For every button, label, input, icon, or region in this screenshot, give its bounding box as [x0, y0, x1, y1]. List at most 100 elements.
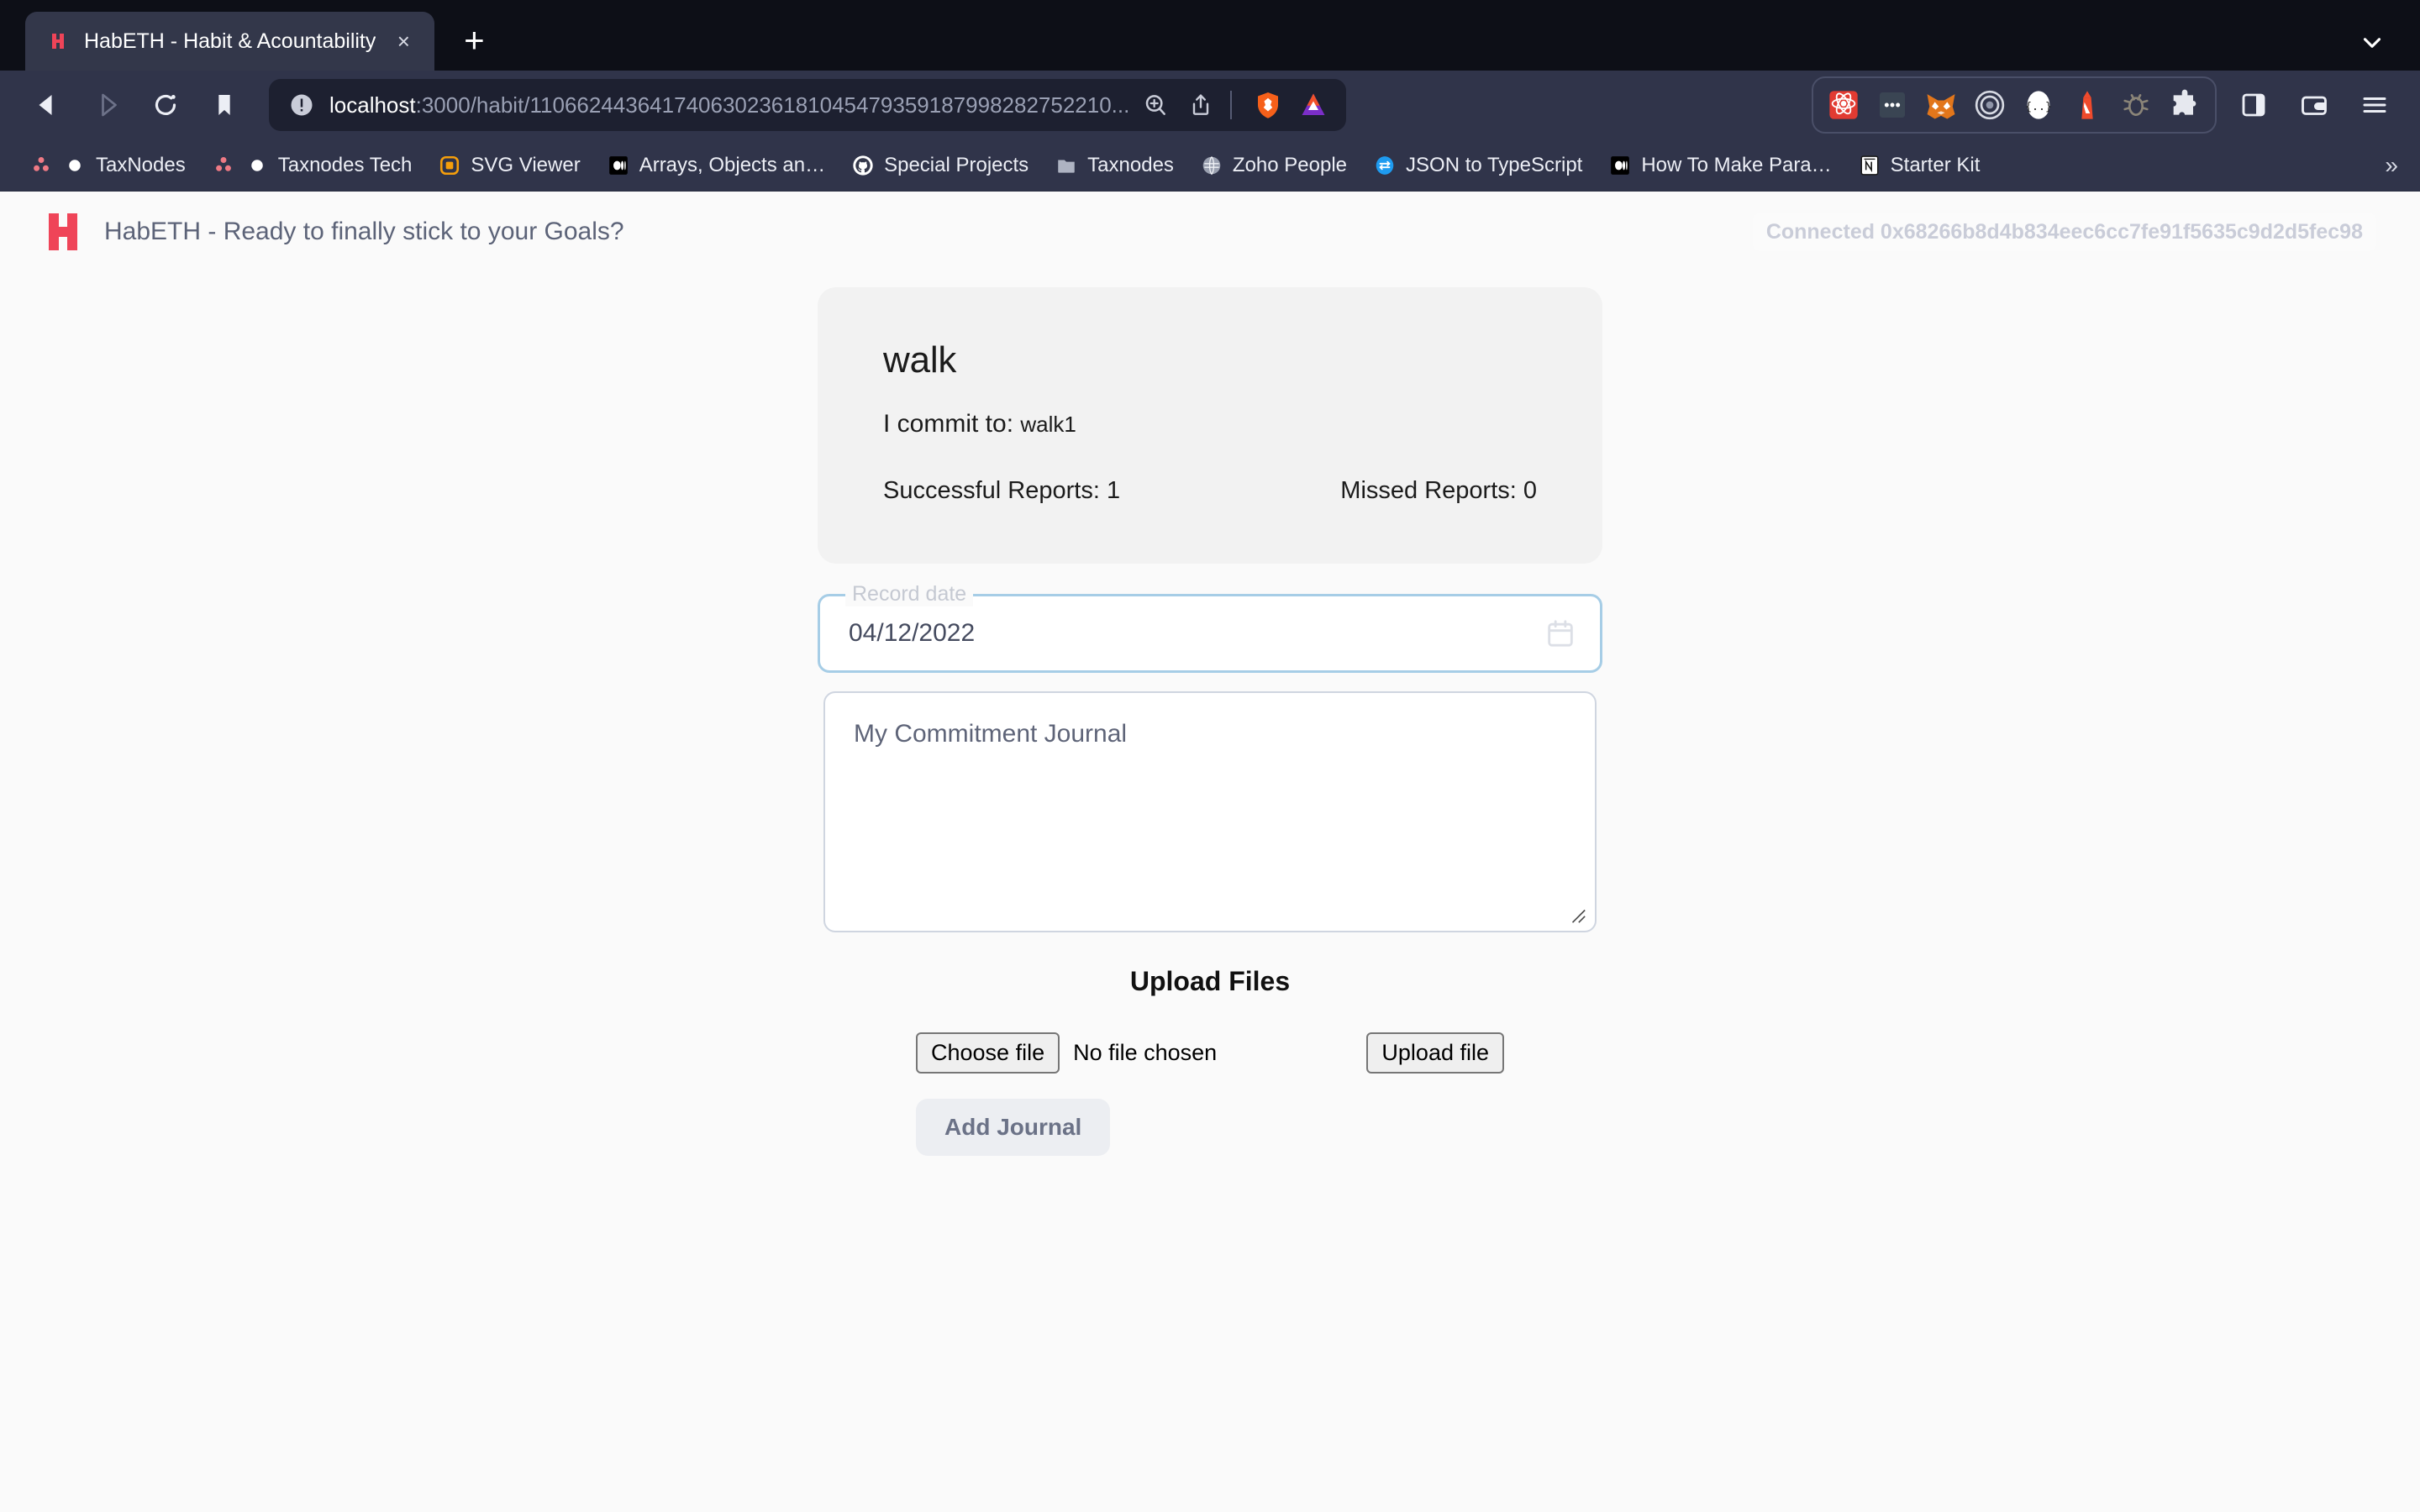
bookmark-item[interactable]: Taxnodes: [1044, 148, 1184, 183]
commit-value: walk1: [1020, 412, 1076, 437]
record-date-label: Record date: [845, 582, 974, 606]
divider: [1230, 91, 1233, 119]
tab-title: HabETH - Habit & Acountability: [84, 29, 376, 53]
calendar-icon[interactable]: [1541, 614, 1580, 653]
reload-icon: [155, 94, 176, 115]
json-formatter-icon[interactable]: {..}: [2017, 83, 2060, 127]
habit-stats: Successful Reports: 1 Missed Reports: 0: [883, 477, 1537, 505]
bookmark-label: How To Make Para…: [1641, 153, 1832, 176]
github-icon: [850, 153, 876, 178]
habit-name: walk: [883, 339, 957, 381]
bookmarks-overflow-button[interactable]: »: [2385, 152, 2398, 179]
bookmark-label: TaxNodes: [96, 153, 186, 176]
lighthouse-icon[interactable]: [2065, 83, 2109, 127]
bookmark-label: Starter Kit: [1890, 153, 1981, 176]
tab-strip: HabETH - Habit & Acountability × +: [0, 0, 2420, 71]
habit-card: walk I commit to: walk1 Successful Repor…: [818, 287, 1602, 564]
bookmark-item[interactable]: Arrays, Objects an…: [596, 148, 835, 183]
wallet-icon[interactable]: [2291, 81, 2338, 129]
bookmark-label: Taxnodes Tech: [277, 153, 413, 176]
brave-shields-icon[interactable]: [1249, 86, 1287, 124]
taxnodes-icon: [211, 153, 236, 178]
journal-placeholder: My Commitment Journal: [854, 720, 1128, 748]
bullet-icon: [62, 153, 87, 178]
main-content: walk I commit to: walk1 Successful Repor…: [0, 272, 2420, 1157]
journal-textarea[interactable]: My Commitment Journal: [823, 691, 1597, 932]
upload-files-heading: Upload Files: [1129, 966, 1291, 996]
bookmark-label: Zoho People: [1232, 153, 1348, 176]
bookmark-label: Arrays, Objects an…: [639, 153, 826, 176]
wallet-status[interactable]: Connected 0x68266b8d4b834eec6cc7fe91f563…: [1752, 213, 2376, 251]
forward-button[interactable]: [81, 79, 133, 131]
taxnodes-icon: [29, 153, 54, 178]
record-date-field[interactable]: Record date 04/12/2022: [818, 582, 1602, 673]
site-info-icon[interactable]: [287, 91, 316, 119]
file-input[interactable]: Choose file No file chosen: [916, 1032, 1217, 1074]
choose-file-button[interactable]: Choose file: [916, 1032, 1060, 1074]
bullet-icon: [245, 153, 270, 178]
browser-toolbar: localhost:3000/habit/1106624436417406302…: [0, 71, 2420, 139]
browser-menu-icon[interactable]: [2351, 81, 2398, 129]
puzzle-extensions-icon[interactable]: [2163, 83, 2207, 127]
url-host: localhost: [329, 92, 416, 118]
habit-commitment: I commit to: walk1: [883, 410, 1537, 438]
redux-devtools-icon[interactable]: [1870, 83, 1914, 127]
share-icon[interactable]: [1181, 86, 1220, 124]
tab-search-button[interactable]: [2358, 29, 2386, 57]
react-devtools-icon[interactable]: [1822, 83, 1865, 127]
add-journal-button[interactable]: Add Journal: [916, 1099, 1111, 1157]
brand: HabETH - Ready to finally stick to your …: [45, 212, 624, 252]
page-content: HabETH - Ready to finally stick to your …: [0, 192, 2420, 1512]
bookmark-label: JSON to TypeScript: [1406, 153, 1583, 176]
commit-label: I commit to:: [883, 410, 1014, 438]
folder-icon: [1054, 153, 1079, 178]
habeth-logo: [45, 212, 81, 252]
habeth-favicon: [47, 30, 69, 52]
svg-text:{..}: {..}: [2025, 101, 2052, 113]
upload-file-button[interactable]: Upload file: [1366, 1032, 1504, 1074]
bug-debugger-icon[interactable]: [2114, 83, 2158, 127]
browser-tab[interactable]: HabETH - Habit & Acountability ×: [25, 12, 435, 71]
zoho-icon: [1199, 153, 1224, 178]
bookmark-item[interactable]: Starter Kit: [1847, 148, 1991, 183]
bookmarks-bar: TaxNodes Taxnodes Tech SVG Viewer Arrays…: [0, 139, 2420, 192]
url-text: localhost:3000/habit/1106624436417406302…: [329, 92, 1129, 118]
transform-icon: [1372, 153, 1397, 178]
bookmark-label: SVG Viewer: [471, 153, 581, 176]
bookmark-item[interactable]: Taxnodes Tech: [201, 148, 423, 183]
bookmark-item[interactable]: How To Make Para…: [1597, 148, 1841, 183]
url-path: :3000/habit/1106624436417406302361810454…: [415, 92, 1130, 118]
record-date-input[interactable]: 04/12/2022: [849, 619, 1541, 648]
sidebar-toggle-icon[interactable]: [2230, 81, 2277, 129]
chevron-down-icon: [2363, 38, 2381, 48]
medium-icon: [606, 153, 631, 178]
back-arrow-icon: [39, 95, 52, 115]
bookmark-item[interactable]: SVG Viewer: [427, 148, 590, 183]
metamask-icon[interactable]: [1919, 83, 1963, 127]
notion-icon: [1857, 153, 1882, 178]
bookmark-item[interactable]: Special Projects: [840, 148, 1039, 183]
reload-button[interactable]: [139, 79, 192, 131]
new-tab-button[interactable]: +: [448, 14, 500, 66]
extensions-group: {..}: [1812, 76, 2217, 134]
zoom-in-icon[interactable]: [1136, 86, 1175, 124]
bookmark-icon: [218, 95, 230, 115]
page-title: HabETH - Ready to finally stick to your …: [104, 218, 624, 245]
file-status-text: No file chosen: [1073, 1040, 1218, 1066]
target-rings-icon[interactable]: [1968, 83, 2012, 127]
address-bar[interactable]: localhost:3000/habit/1106624436417406302…: [269, 79, 1347, 131]
medium-icon: [1607, 153, 1633, 178]
back-button[interactable]: [22, 79, 74, 131]
resize-handle-icon[interactable]: [1568, 906, 1586, 924]
bookmark-item[interactable]: Zoho People: [1189, 148, 1357, 183]
browser-window: HabETH - Habit & Acountability × + local…: [0, 0, 2420, 1512]
upload-block: Choose file No file chosen Upload file A…: [916, 1032, 1504, 1157]
brave-rewards-icon[interactable]: [1294, 86, 1333, 124]
upload-row: Choose file No file chosen Upload file: [916, 1032, 1504, 1074]
close-icon[interactable]: ×: [391, 29, 416, 54]
missed-reports: Missed Reports: 0: [1340, 477, 1537, 504]
bookmark-item[interactable]: TaxNodes: [18, 148, 196, 183]
svg-viewer-icon: [437, 153, 462, 178]
bookmark-item[interactable]: JSON to TypeScript: [1362, 148, 1592, 183]
bookmark-page-button[interactable]: [198, 79, 250, 131]
